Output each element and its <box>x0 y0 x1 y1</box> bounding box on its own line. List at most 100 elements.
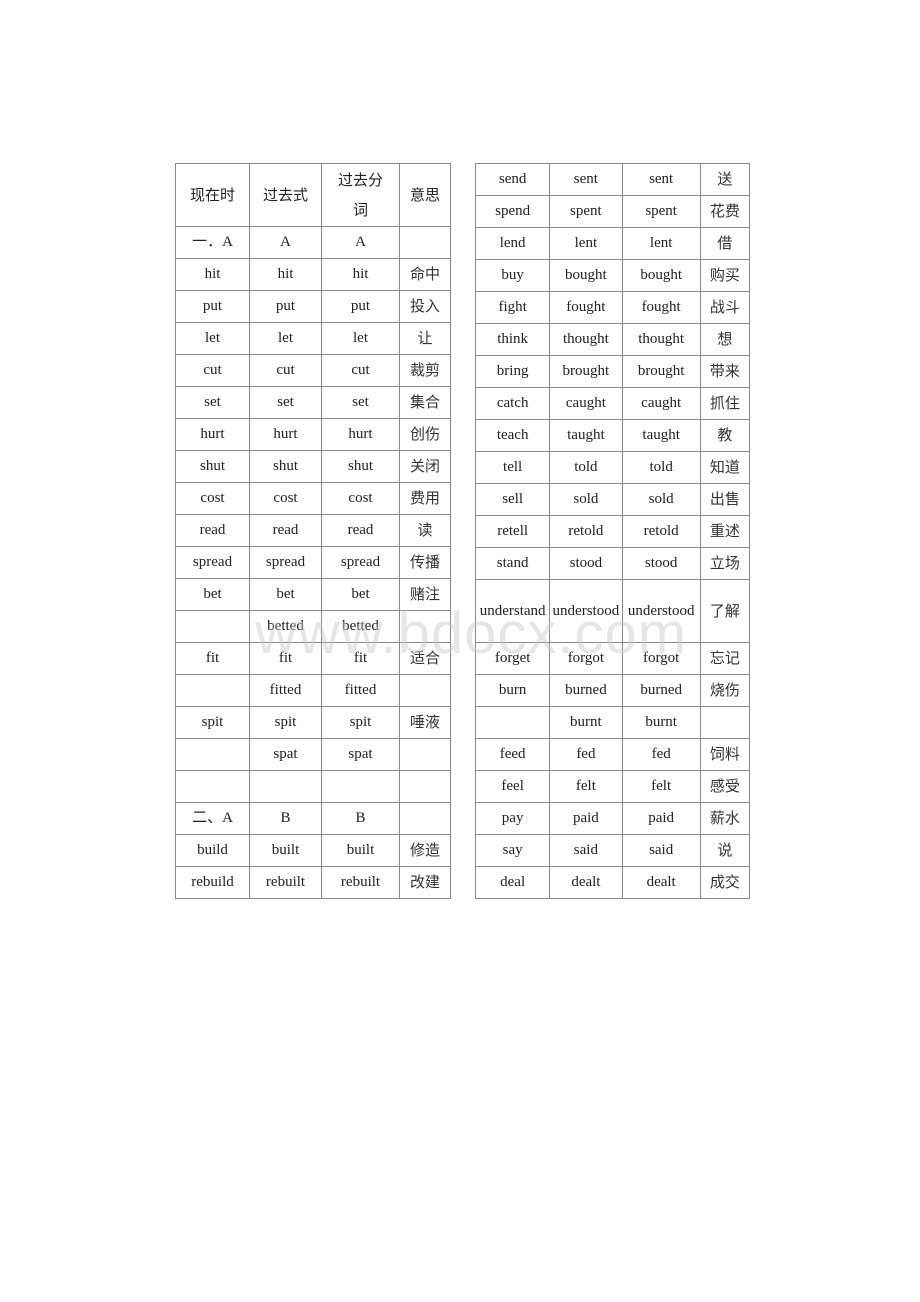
participle-cell: spent <box>621 195 701 228</box>
header-present-tense: 现在时 <box>175 163 250 227</box>
table-row: read read read 读 <box>175 514 451 547</box>
participle-cell: caught <box>621 387 701 420</box>
table-row: spit spit spit 唾液 <box>175 706 451 739</box>
table-row: rebuild rebuilt rebuilt 改建 <box>175 865 451 899</box>
table-row: hit hit hit 命中 <box>175 258 451 291</box>
meaning-cell: 战斗 <box>699 291 751 324</box>
participle-cell: read <box>321 514 400 547</box>
table-row: betted betted <box>175 610 451 643</box>
table-row: burn burned burned 烧伤 <box>474 674 751 707</box>
past-cell: said <box>549 834 623 867</box>
table-row: hurt hurt hurt 创伤 <box>175 418 451 451</box>
participle-cell: cost <box>321 482 400 515</box>
table-row: think thought thought 想 <box>474 323 751 356</box>
table-row: buy bought bought 购买 <box>474 259 751 292</box>
present-cell: 二、A <box>175 801 250 835</box>
participle-cell: lent <box>621 227 701 260</box>
meaning-cell: 传播 <box>399 546 451 579</box>
meaning-cell: 借 <box>699 227 751 260</box>
participle-cell: taught <box>621 419 701 452</box>
meaning-cell: 带来 <box>699 355 751 388</box>
past-cell: sold <box>549 483 623 516</box>
past-cell: bought <box>549 259 623 292</box>
participle-cell: brought <box>621 355 701 388</box>
meaning-cell: 唾液 <box>399 706 451 739</box>
past-cell: hurt <box>249 418 322 451</box>
table-row: deal dealt dealt 成交 <box>474 866 751 899</box>
meaning-cell: 命中 <box>399 258 451 291</box>
past-cell: read <box>249 514 322 547</box>
participle-cell: sent <box>621 163 701 196</box>
participle-cell: spit <box>321 706 400 739</box>
table-header-row: 现在时 过去式 过去分词 意思 <box>175 163 451 227</box>
meaning-cell: 让 <box>399 322 451 355</box>
past-cell: put <box>249 290 322 323</box>
participle-cell: rebuilt <box>321 865 400 899</box>
past-cell: felt <box>549 770 623 803</box>
participle-cell: B <box>321 801 400 835</box>
meaning-cell: 适合 <box>399 642 451 675</box>
participle-cell: told <box>621 451 701 484</box>
present-cell: teach <box>474 419 551 452</box>
present-cell: set <box>175 386 250 419</box>
table-row: build built built 修造 <box>175 833 451 867</box>
meaning-cell: 成交 <box>699 866 751 899</box>
meaning-cell: 费用 <box>399 482 451 515</box>
table-row: put put put 投入 <box>175 290 451 323</box>
past-cell: hit <box>249 258 322 291</box>
meaning-cell: 教 <box>699 419 751 452</box>
meaning-cell <box>399 738 451 771</box>
participle-cell: fought <box>621 291 701 324</box>
participle-cell: hit <box>321 258 400 291</box>
past-cell: forgot <box>549 642 623 675</box>
meaning-cell: 重述 <box>699 515 751 548</box>
participle-cell: felt <box>621 770 701 803</box>
past-cell: burnt <box>549 706 623 739</box>
table-row: feed fed fed 饲料 <box>474 738 751 771</box>
header-past-participle: 过去分词 <box>321 163 400 227</box>
past-cell: fitted <box>249 674 322 707</box>
header-meaning: 意思 <box>399 163 451 227</box>
participle-cell: shut <box>321 450 400 483</box>
participle-cell: fitted <box>321 674 400 707</box>
participle-cell: bet <box>321 578 400 611</box>
meaning-cell: 抓住 <box>699 387 751 420</box>
past-cell: cost <box>249 482 322 515</box>
past-cell: taught <box>549 419 623 452</box>
past-cell: fed <box>549 738 623 771</box>
past-cell: fought <box>549 291 623 324</box>
table-row: burnt burnt <box>474 706 751 739</box>
past-cell: sent <box>549 163 623 196</box>
present-cell: forget <box>474 642 551 675</box>
meaning-cell: 关闭 <box>399 450 451 483</box>
past-cell: paid <box>549 802 623 835</box>
present-cell: bring <box>474 355 551 388</box>
meaning-cell <box>399 226 451 259</box>
past-cell: set <box>249 386 322 419</box>
participle-cell: said <box>621 834 701 867</box>
participle-cell: let <box>321 322 400 355</box>
present-cell: understand <box>474 579 551 643</box>
past-cell: shut <box>249 450 322 483</box>
participle-cell: forgot <box>621 642 701 675</box>
meaning-cell: 说 <box>699 834 751 867</box>
past-cell: understood <box>549 579 623 643</box>
table-row: fitted fitted <box>175 674 451 707</box>
participle-cell: built <box>321 833 400 867</box>
table-row: teach taught taught 教 <box>474 419 751 452</box>
present-cell: spend <box>474 195 551 228</box>
present-cell: buy <box>474 259 551 292</box>
present-cell <box>175 770 250 803</box>
table-row: spat spat <box>175 738 451 771</box>
present-cell: catch <box>474 387 551 420</box>
present-cell: retell <box>474 515 551 548</box>
present-cell: read <box>175 514 250 547</box>
table-row: pay paid paid 薪水 <box>474 802 751 835</box>
present-cell: build <box>175 833 250 867</box>
past-cell: built <box>249 833 322 867</box>
meaning-cell: 感受 <box>699 770 751 803</box>
participle-cell: spat <box>321 738 400 771</box>
present-cell <box>175 610 250 643</box>
present-cell: cost <box>175 482 250 515</box>
past-cell: told <box>549 451 623 484</box>
